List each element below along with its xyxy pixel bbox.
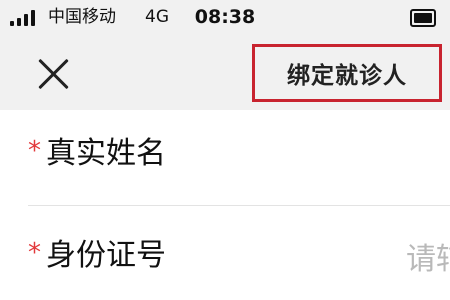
top-bar: 中国移动 4G 08:38 绑定就诊人 xyxy=(0,0,450,110)
real-name-field[interactable]: * 真实姓名 xyxy=(28,130,450,190)
clock-time: 08:38 xyxy=(194,6,256,28)
required-mark: * xyxy=(28,238,41,268)
bind-patient-button[interactable]: 绑定就诊人 xyxy=(252,44,442,102)
status-bar: 中国移动 4G 08:38 xyxy=(0,0,450,34)
id-number-field[interactable]: * 身份证号 请辅 xyxy=(28,232,450,292)
real-name-label: 真实姓名 xyxy=(46,136,166,171)
battery-icon xyxy=(410,9,436,27)
bind-patient-label: 绑定就诊人 xyxy=(287,63,407,89)
close-icon[interactable] xyxy=(36,56,72,92)
required-mark: * xyxy=(28,136,41,166)
id-number-label: 身份证号 xyxy=(46,238,166,273)
id-number-placeholder: 请辅 xyxy=(406,242,450,277)
field-divider xyxy=(28,205,450,206)
